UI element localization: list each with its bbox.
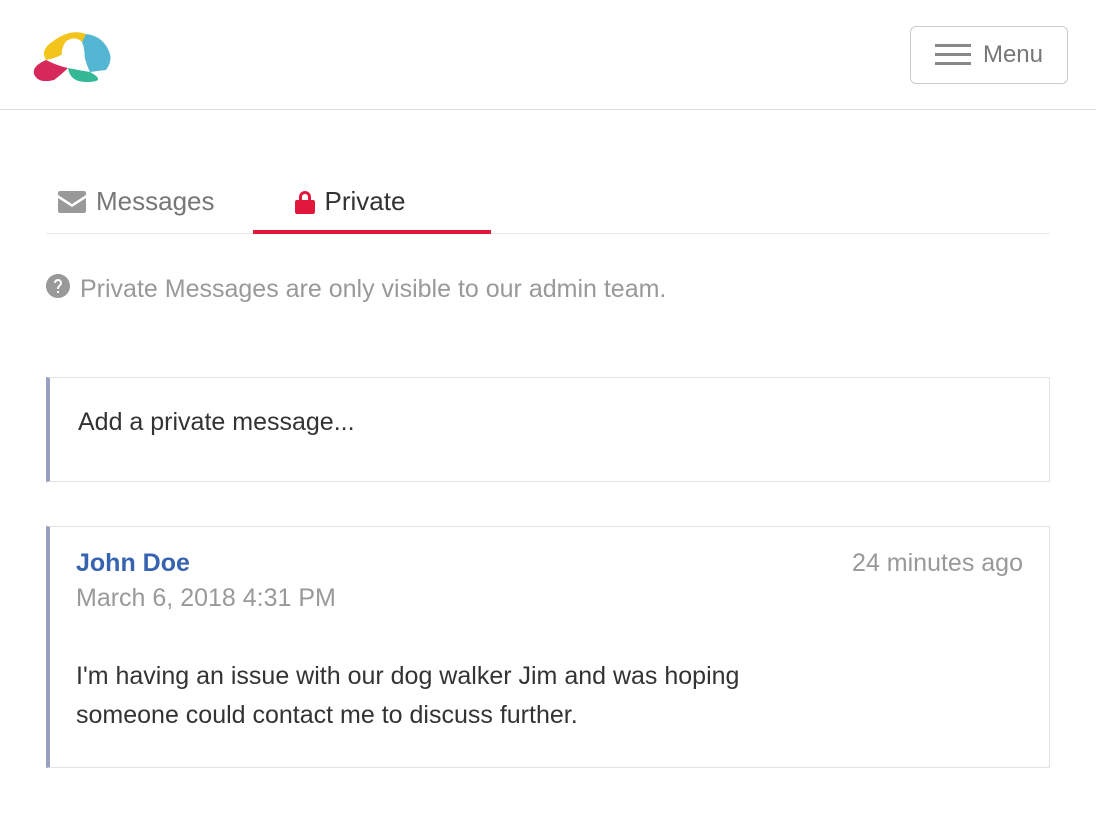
header: Menu (0, 0, 1096, 110)
tab-private-label: Private (325, 186, 406, 217)
compose-card (46, 377, 1050, 482)
message-relative-time: 24 minutes ago (852, 549, 1023, 578)
message-card: John Doe March 6, 2018 4:31 PM 24 minute… (46, 526, 1050, 768)
info-row: Private Messages are only visible to our… (46, 274, 1050, 305)
logo[interactable] (28, 22, 123, 87)
help-icon (46, 274, 70, 305)
lock-icon (295, 190, 315, 214)
tab-private[interactable]: Private (283, 170, 462, 233)
tab-messages[interactable]: Messages (46, 170, 243, 233)
message-author[interactable]: John Doe (76, 549, 336, 578)
menu-label: Menu (983, 41, 1043, 69)
envelope-icon (58, 191, 86, 213)
tab-messages-label: Messages (96, 186, 215, 217)
message-timestamp: March 6, 2018 4:31 PM (76, 584, 336, 613)
compose-input[interactable] (78, 408, 1021, 437)
message-body: I'm having an issue with our dog walker … (76, 657, 816, 735)
hamburger-icon (935, 44, 971, 65)
tabs: Messages Private (46, 170, 1050, 234)
info-text: Private Messages are only visible to our… (80, 275, 666, 304)
menu-button[interactable]: Menu (910, 26, 1068, 84)
